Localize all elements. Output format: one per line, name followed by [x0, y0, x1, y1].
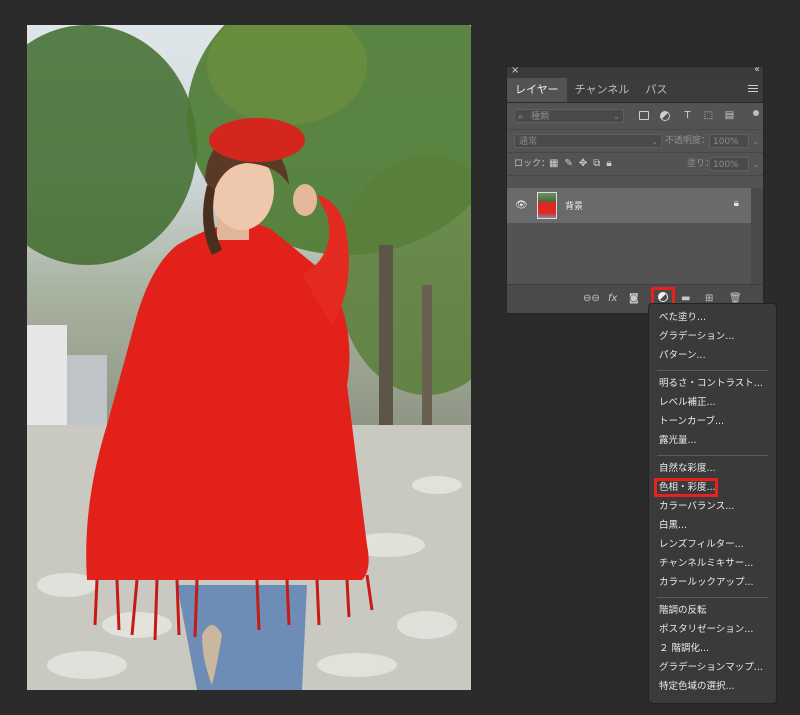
layer-style-fx-icon[interactable]: fx	[608, 292, 617, 306]
collapse-panel-icon[interactable]: ‹‹	[754, 64, 760, 75]
tab-paths[interactable]: パス	[637, 78, 675, 102]
highlight-box	[654, 478, 718, 497]
menu-item[interactable]: グラデーションマップ...	[649, 658, 776, 677]
menu-item[interactable]: レンズフィルター...	[649, 535, 776, 554]
lock-position-icon[interactable]: ✥	[579, 157, 587, 171]
layer-name: 背景	[565, 202, 584, 212]
lock-label: ロック：	[514, 159, 551, 169]
menu-item[interactable]: トーンカーブ...	[649, 412, 776, 431]
menu-item[interactable]: べた塗り...	[649, 308, 776, 327]
panel-title-bar: × ‹‹	[507, 64, 763, 78]
adjustment-layer-menu: べた塗り... グラデーション... パターン... 明るさ・コントラスト...…	[648, 303, 777, 704]
menu-item[interactable]: ポスタリゼーション...	[649, 620, 776, 639]
menu-item[interactable]: 白黒...	[649, 516, 776, 535]
tab-layers[interactable]: レイヤー	[507, 78, 567, 102]
close-icon[interactable]: ×	[511, 65, 519, 76]
filter-adjustment-icon[interactable]	[660, 109, 673, 122]
lock-row: ロック： ▦ ✎ ✥ ⧉ 🔒︎ 塗り： 100% ⌄	[507, 153, 763, 176]
layer-row-background[interactable]: 👁︎ 背景 🔒︎	[507, 188, 751, 223]
layers-panel: × ‹‹ レイヤー チャンネル パス ⌕ 種類 ⌄ T ⬚ ▤ 通常 ⌄ 不透明…	[506, 64, 764, 314]
opacity-input[interactable]: 100%	[709, 134, 749, 148]
chevron-down-icon: ⌄	[651, 137, 658, 146]
layer-lock-icon[interactable]: 🔒︎	[734, 198, 739, 209]
menu-item[interactable]: ２ 階調化...	[649, 639, 776, 658]
filter-smart-object-icon[interactable]: ▤	[723, 109, 736, 122]
menu-separator	[657, 370, 768, 371]
menu-item[interactable]: 明るさ・コントラスト...	[649, 374, 776, 393]
search-icon: ⌕	[518, 112, 524, 122]
lock-all-icon[interactable]: 🔒︎	[606, 157, 611, 171]
menu-item[interactable]: チャンネルミキサー...	[649, 554, 776, 573]
menu-separator	[657, 455, 768, 456]
filter-kind-label: 種類	[531, 112, 550, 122]
layers-scrollbar[interactable]	[751, 188, 763, 284]
menu-item[interactable]: グラデーション...	[649, 327, 776, 346]
menu-item[interactable]: パターン...	[649, 346, 776, 365]
lock-transparent-icon[interactable]: ▦	[549, 157, 558, 171]
menu-item[interactable]: 露光量...	[649, 431, 776, 450]
blend-row: 通常 ⌄ 不透明度： 100% ⌄	[507, 130, 763, 153]
lock-artboard-icon[interactable]: ⧉	[593, 157, 600, 171]
menu-item[interactable]: 階調の反転	[649, 601, 776, 620]
blend-mode-select[interactable]: 通常 ⌄	[514, 134, 662, 148]
lock-paint-icon[interactable]: ✎	[564, 157, 572, 171]
blend-mode-value: 通常	[519, 137, 538, 147]
menu-item[interactable]: 自然な彩度...	[649, 459, 776, 478]
filter-toggle-icon[interactable]	[753, 110, 759, 116]
layer-filter-row: ⌕ 種類 ⌄ T ⬚ ▤	[507, 103, 763, 130]
add-mask-icon[interactable]: ◙	[629, 292, 639, 306]
menu-item[interactable]: レベル補正...	[649, 393, 776, 412]
menu-item[interactable]: カラーバランス...	[649, 497, 776, 516]
chevron-down-icon: ⌄	[613, 112, 620, 121]
link-layers-icon[interactable]: ⊖⊖	[583, 292, 600, 306]
panel-menu-icon[interactable]	[748, 83, 758, 94]
tab-channels[interactable]: チャンネル	[567, 78, 638, 102]
filter-type-icon[interactable]: T	[681, 109, 694, 122]
opacity-chevron-icon[interactable]: ⌄	[752, 137, 759, 146]
visibility-eye-icon[interactable]: 👁︎	[515, 200, 528, 211]
adjustment-icon	[658, 292, 668, 302]
menu-item-hue-saturation[interactable]: 色相・彩度...	[649, 478, 776, 497]
panel-tabs: レイヤー チャンネル パス	[507, 78, 763, 103]
opacity-label: 不透明度：	[665, 136, 711, 146]
document-canvas-photo	[27, 25, 471, 690]
filter-pixel-icon[interactable]	[639, 109, 652, 122]
fill-input[interactable]: 100%	[709, 157, 749, 171]
fill-chevron-icon[interactable]: ⌄	[752, 160, 759, 169]
photo-illustration	[27, 25, 471, 690]
layer-thumbnail	[537, 192, 557, 219]
filter-shape-icon[interactable]: ⬚	[702, 109, 715, 122]
menu-separator	[657, 597, 768, 598]
menu-item[interactable]: 特定色域の選択...	[649, 677, 776, 696]
filter-kind-select[interactable]: ⌕ 種類 ⌄	[514, 109, 624, 123]
menu-item[interactable]: カラールックアップ...	[649, 573, 776, 592]
